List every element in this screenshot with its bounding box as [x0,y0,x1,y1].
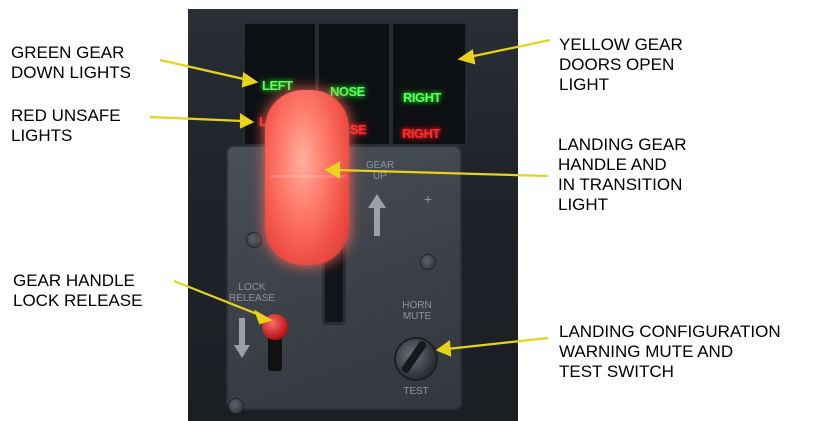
landing-gear-handle-label: LANDING GEAR HANDLE AND IN TRANSITION LI… [558,135,687,214]
leader-yellow-doors [468,38,551,59]
leader-config-warning-arrowhead [435,339,452,357]
red-unsafe-lights-label: RED UNSAFE LIGHTS [11,106,121,145]
leader-green-gear [159,58,249,82]
landing-configuration-warning-label: LANDING CONFIGURATION WARNING MUTE AND T… [559,322,781,381]
leader-landing-handle [335,168,549,178]
gear-handle-lock-release-label: GEAR HANDLE LOCK RELEASE [13,271,143,310]
leader-lock-release-arrowhead [253,309,273,325]
leader-yellow-doors-arrowhead [457,49,476,65]
leader-config-warning [446,336,549,351]
leader-landing-handle-arrowhead [324,161,341,179]
yellow-gear-doors-open-light-label: YELLOW GEAR DOORS OPEN LIGHT [559,35,683,94]
leader-red-unsafe-arrowhead [239,112,255,129]
green-gear-down-lights-label: GREEN GEAR DOWN LIGHTS [11,43,131,82]
leader-red-unsafe [149,115,244,123]
leader-green-gear-arrowhead [241,72,259,88]
leader-lock-release [173,279,263,318]
